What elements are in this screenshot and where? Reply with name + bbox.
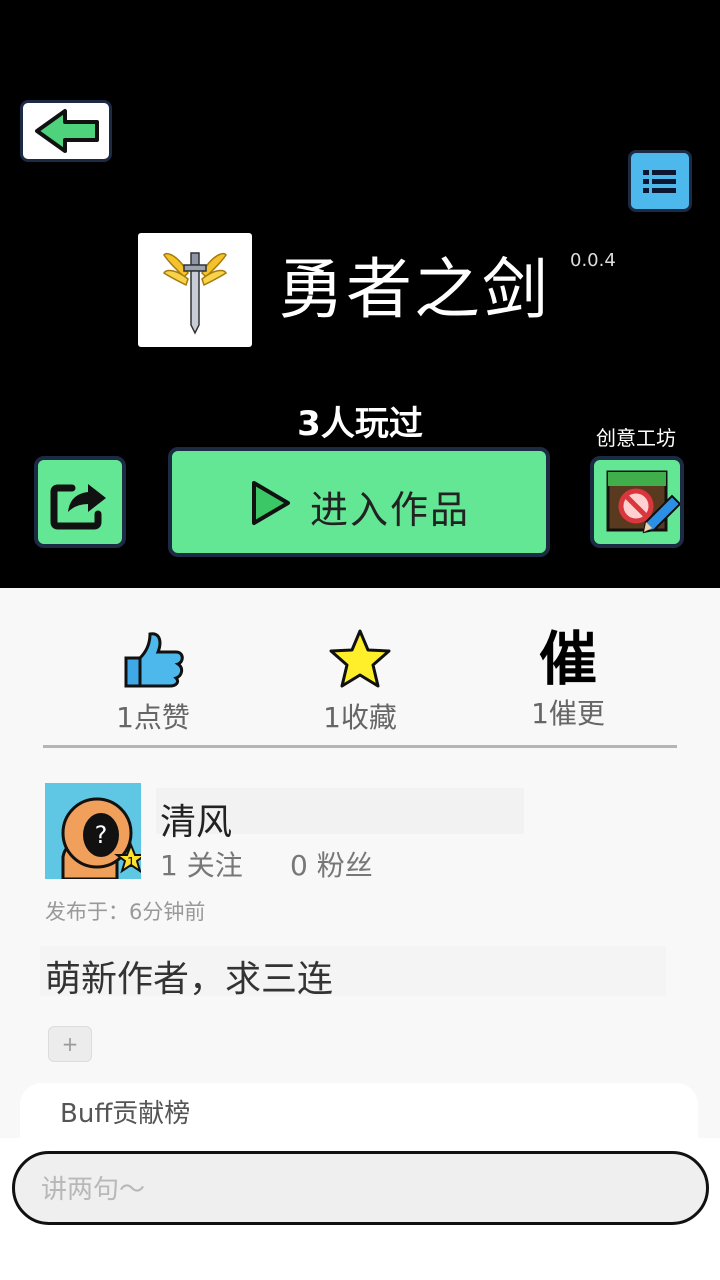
add-button[interactable]: + — [48, 1026, 92, 1062]
game-icon — [138, 233, 252, 347]
published-time: 发布于：6分钟前 — [45, 900, 206, 924]
workshop-button[interactable] — [590, 456, 684, 548]
like-stat[interactable]: 1点赞 — [78, 628, 228, 736]
share-button[interactable] — [34, 456, 126, 548]
back-button[interactable] — [20, 100, 112, 162]
game-version: 0.0.4 — [570, 250, 616, 271]
comment-box[interactable] — [12, 1151, 709, 1225]
following-count[interactable]: 1 关注 — [160, 844, 243, 884]
favorite-stat[interactable]: 1收藏 — [285, 628, 435, 736]
urge-stat[interactable]: 催 1催更 — [493, 628, 643, 732]
list-icon — [643, 170, 676, 193]
arrow-left-icon — [35, 109, 99, 153]
fans-count[interactable]: 0 粉丝 — [290, 844, 373, 884]
share-icon — [50, 484, 106, 530]
svg-text:?: ? — [95, 821, 108, 849]
urge-count: 1催更 — [531, 697, 605, 730]
favorite-count: 1收藏 — [323, 701, 397, 734]
workshop-edit-icon — [606, 470, 680, 534]
thumbs-up-icon — [124, 632, 184, 688]
buff-ranking-title: Buff贡献榜 — [60, 1099, 191, 1129]
game-title: 勇者之剑 — [278, 251, 550, 328]
avatar[interactable]: ? 1 — [45, 783, 141, 879]
enter-game-button[interactable]: 进入作品 — [168, 447, 550, 557]
star-icon — [329, 629, 391, 688]
play-icon — [252, 481, 290, 525]
divider — [43, 745, 677, 748]
comment-input[interactable] — [39, 1166, 683, 1214]
workshop-label: 创意工坊 — [596, 426, 676, 450]
winged-sword-icon — [163, 252, 227, 335]
like-count: 1点赞 — [116, 701, 190, 734]
menu-button[interactable] — [628, 150, 692, 212]
urge-icon: 催 — [538, 625, 597, 693]
author-name[interactable]: 清风 — [160, 793, 232, 845]
level-badge: 1 — [127, 856, 136, 871]
enter-game-label: 进入作品 — [310, 488, 471, 532]
post-description: 萌新作者，求三连 — [45, 959, 334, 1000]
